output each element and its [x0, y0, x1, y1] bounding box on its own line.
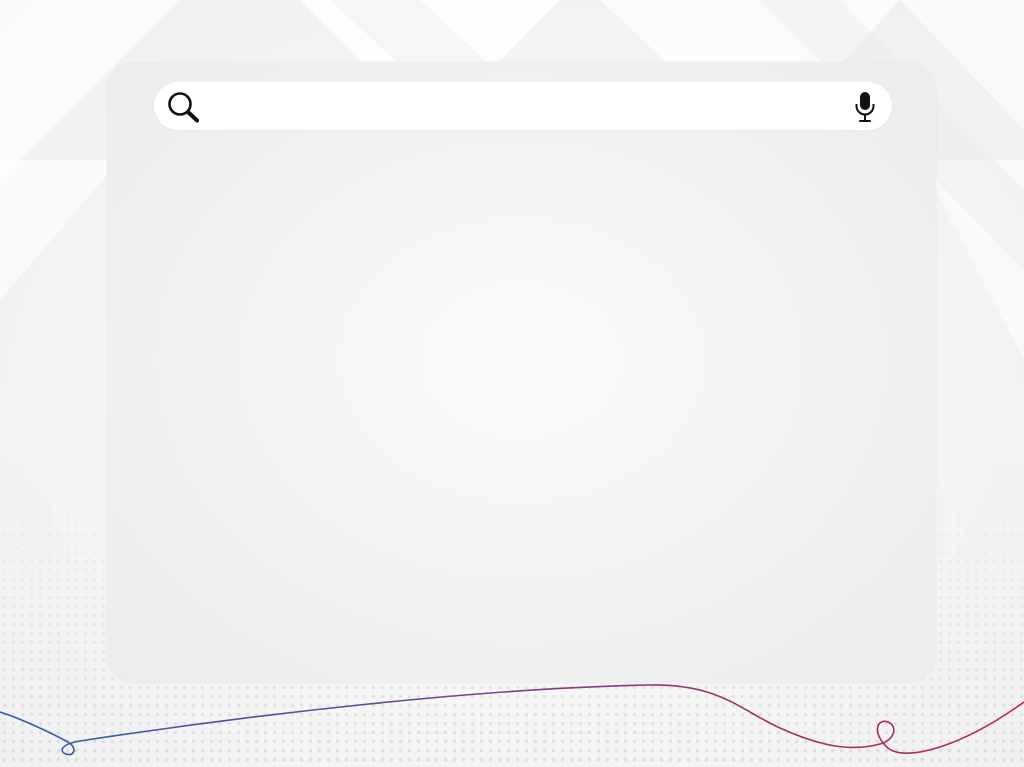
search-bar[interactable] — [154, 82, 892, 130]
search-icon[interactable] — [166, 90, 202, 124]
background-page — [0, 0, 1024, 767]
microphone-icon[interactable] — [854, 91, 876, 123]
search-input[interactable] — [212, 90, 836, 124]
browser-window-panel — [107, 62, 936, 683]
